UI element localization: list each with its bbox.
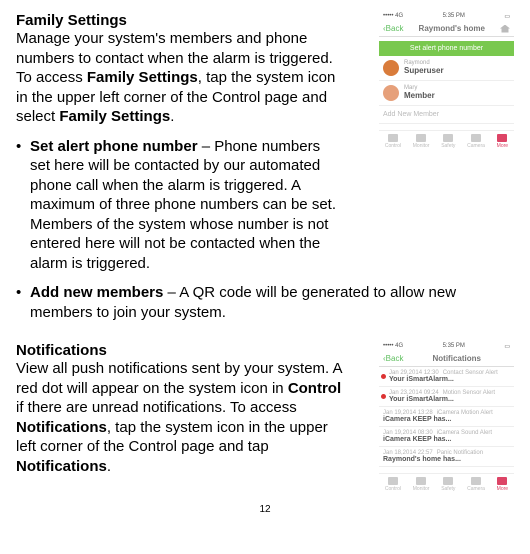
signal-text: ••••• 4G	[383, 13, 403, 20]
bullet-add-members: Add new members – A QR code will be gene…	[16, 283, 514, 322]
clock-text: 5:35 PM	[443, 343, 465, 350]
notif-msg: Your iSmartAlarm...	[389, 376, 510, 383]
control-icon	[388, 477, 398, 485]
tab-label: More	[497, 486, 508, 492]
member-role: Member	[404, 92, 435, 101]
back-button[interactable]: ‹Back	[383, 354, 403, 363]
tab-label: Monitor	[413, 486, 430, 492]
clock-text: 5:35 PM	[443, 13, 465, 20]
tab-label: Safety	[441, 486, 455, 492]
statusbar: ••••• 4G 5:35 PM ▭	[379, 342, 514, 351]
family-heading: Family Settings	[16, 12, 346, 29]
text-run-bold: Family Settings	[59, 108, 170, 125]
notification-row[interactable]: Jan 29,2014 12:30Contact Sensor Alert Yo…	[379, 367, 514, 387]
back-label: Back	[386, 354, 404, 363]
family-settings-screenshot: ••••• 4G 5:35 PM ▭ ‹Back Raymond's home …	[379, 12, 514, 150]
notifications-heading: Notifications	[16, 342, 346, 359]
member-row-raymond[interactable]: Raymond Superuser	[379, 56, 514, 81]
home-icon[interactable]	[500, 25, 510, 33]
tab-control[interactable]: Control	[385, 477, 401, 492]
unread-dot-icon	[381, 374, 386, 379]
text-run-bold: Family Settings	[87, 69, 198, 86]
tab-label: Control	[385, 486, 401, 492]
member-row-mary[interactable]: Mary Member	[379, 81, 514, 106]
text-run-bold: Control	[288, 380, 341, 397]
notification-row[interactable]: Jan 19,2014 08:30iCamera Sound Alert iCa…	[379, 427, 514, 447]
add-member-button[interactable]: Add New Member	[379, 106, 514, 124]
page-number: 12	[16, 504, 514, 515]
camera-icon	[471, 477, 481, 485]
avatar	[383, 85, 399, 101]
notifications-screenshot: ••••• 4G 5:35 PM ▭ ‹Back Notifications J…	[379, 342, 514, 493]
member-info: Raymond Superuser	[404, 60, 444, 75]
notif-msg: Raymond's home has...	[383, 456, 510, 463]
notif-msg: iCamera KEEP has...	[383, 436, 510, 443]
bullet-set-alert: Set alert phone number – Phone numbers s…	[16, 137, 514, 274]
text-run-bold: Set alert phone number	[30, 138, 198, 155]
notif-msg: Your iSmartAlarm...	[389, 396, 510, 403]
safety-icon	[443, 477, 453, 485]
family-text-column: Family Settings Manage your system's mem…	[16, 12, 346, 127]
notifications-section: ••••• 4G 5:35 PM ▭ ‹Back Notifications J…	[16, 342, 514, 476]
text-run: – Phone numbers set here will be contact…	[30, 138, 336, 272]
tab-camera[interactable]: Camera	[467, 477, 485, 492]
tab-monitor[interactable]: Monitor	[413, 477, 430, 492]
text-run-bold: Notifications	[16, 458, 107, 475]
text-run-bold: Notifications	[16, 419, 107, 436]
text-run: .	[107, 458, 111, 475]
notification-row[interactable]: Jan 18,2014 22:57Panic Notification Raym…	[379, 447, 514, 467]
statusbar: ••••• 4G 5:35 PM ▭	[379, 12, 514, 21]
family-intro: Manage your system's members and phone n…	[16, 29, 346, 127]
notifications-paragraph: View all push notifications sent by your…	[16, 359, 346, 476]
family-settings-section: ••••• 4G 5:35 PM ▭ ‹Back Raymond's home …	[16, 12, 514, 322]
unread-dot-icon	[381, 394, 386, 399]
navbar-title: Notifications	[433, 354, 481, 363]
tab-label: Camera	[467, 486, 485, 492]
notification-row[interactable]: Jan 23,2014 09:24Motion Sensor Alert You…	[379, 387, 514, 407]
tabbar: Control Monitor Safety Camera More	[379, 473, 514, 493]
battery-icon: ▭	[504, 343, 510, 350]
text-run-bold: Add new members	[30, 284, 163, 301]
battery-icon: ▭	[504, 13, 510, 20]
monitor-icon	[416, 477, 426, 485]
notification-row[interactable]: Jan 19,2014 13:28iCamera Motion Alert iC…	[379, 407, 514, 427]
navbar: ‹Back Raymond's home	[379, 21, 514, 37]
back-label: Back	[386, 24, 404, 33]
navbar-title: Raymond's home	[419, 24, 485, 33]
signal-text: ••••• 4G	[383, 343, 403, 350]
more-icon	[497, 477, 507, 485]
tab-more[interactable]: More	[497, 477, 508, 492]
notif-msg: iCamera KEEP has...	[383, 416, 510, 423]
text-run: .	[170, 108, 174, 125]
avatar	[383, 60, 399, 76]
set-alert-phone-button[interactable]: Set alert phone number	[379, 41, 514, 56]
family-bullets: Set alert phone number – Phone numbers s…	[16, 137, 514, 323]
back-button[interactable]: ‹Back	[383, 24, 403, 33]
notifications-text-column: Notifications View all push notification…	[16, 342, 346, 476]
member-role: Superuser	[404, 67, 444, 76]
member-info: Mary Member	[404, 85, 435, 100]
text-run: if there are unread notifications. To ac…	[16, 399, 297, 416]
navbar: ‹Back Notifications	[379, 351, 514, 367]
tab-safety[interactable]: Safety	[441, 477, 455, 492]
